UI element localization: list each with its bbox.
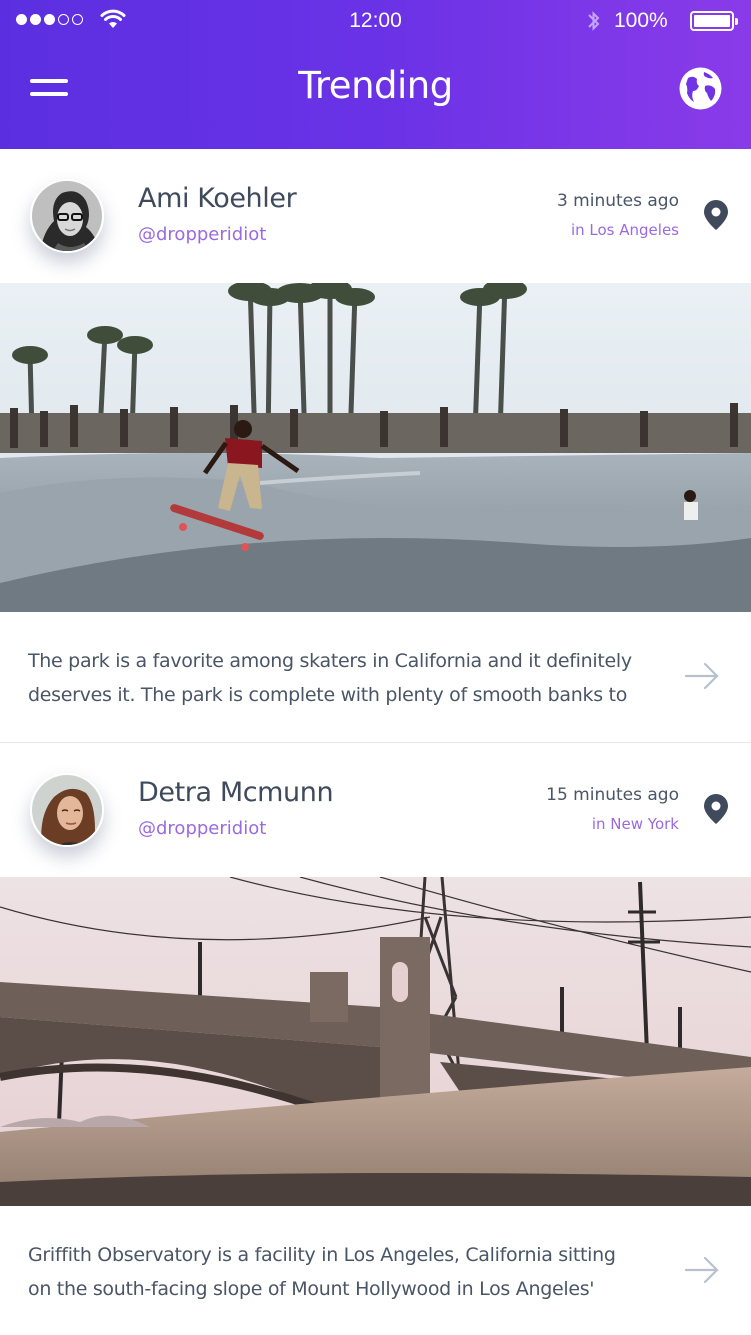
status-bar: 12:00 100%	[0, 0, 751, 42]
post-time: 3 minutes ago	[556, 191, 679, 211]
post-header: Detra Mcmunn @dropperidiot 15 minutes ag…	[0, 743, 751, 877]
post-caption: Griffith Observatory is a facility in Lo…	[28, 1244, 616, 1300]
post-card[interactable]: Detra Mcmunn @dropperidiot 15 minutes ag…	[0, 742, 751, 1335]
author-name[interactable]: Ami Koehler	[138, 183, 297, 214]
post-photo-bridge[interactable]	[0, 877, 751, 1206]
app-header: 12:00 100% Trending	[0, 0, 751, 149]
post-caption: The park is a favorite among skaters in …	[28, 650, 632, 706]
battery-percentage: 100%	[614, 9, 668, 32]
post-time: 15 minutes ago	[546, 785, 679, 805]
post-card[interactable]: Ami Koehler @dropperidiot 3 minutes ago …	[0, 149, 751, 742]
location-pin-icon[interactable]	[703, 199, 729, 231]
avatar[interactable]	[30, 773, 104, 847]
author-handle[interactable]: @dropperidiot	[138, 818, 266, 839]
author-handle[interactable]: @dropperidiot	[138, 224, 266, 245]
author-name[interactable]: Detra Mcmunn	[138, 777, 334, 808]
globe-icon[interactable]	[678, 66, 723, 111]
avatar[interactable]	[30, 179, 104, 253]
page-title: Trending	[298, 64, 453, 107]
arrow-right-icon[interactable]	[684, 661, 720, 691]
post-location[interactable]: in New York	[592, 815, 679, 833]
arrow-right-icon[interactable]	[684, 1255, 720, 1285]
battery-icon	[690, 11, 738, 31]
post-location[interactable]: in Los Angeles	[571, 221, 679, 239]
bluetooth-icon	[588, 11, 600, 31]
post-photo-skatepark[interactable]	[0, 283, 751, 612]
location-pin-icon[interactable]	[703, 793, 729, 825]
post-header: Ami Koehler @dropperidiot 3 minutes ago …	[0, 149, 751, 283]
